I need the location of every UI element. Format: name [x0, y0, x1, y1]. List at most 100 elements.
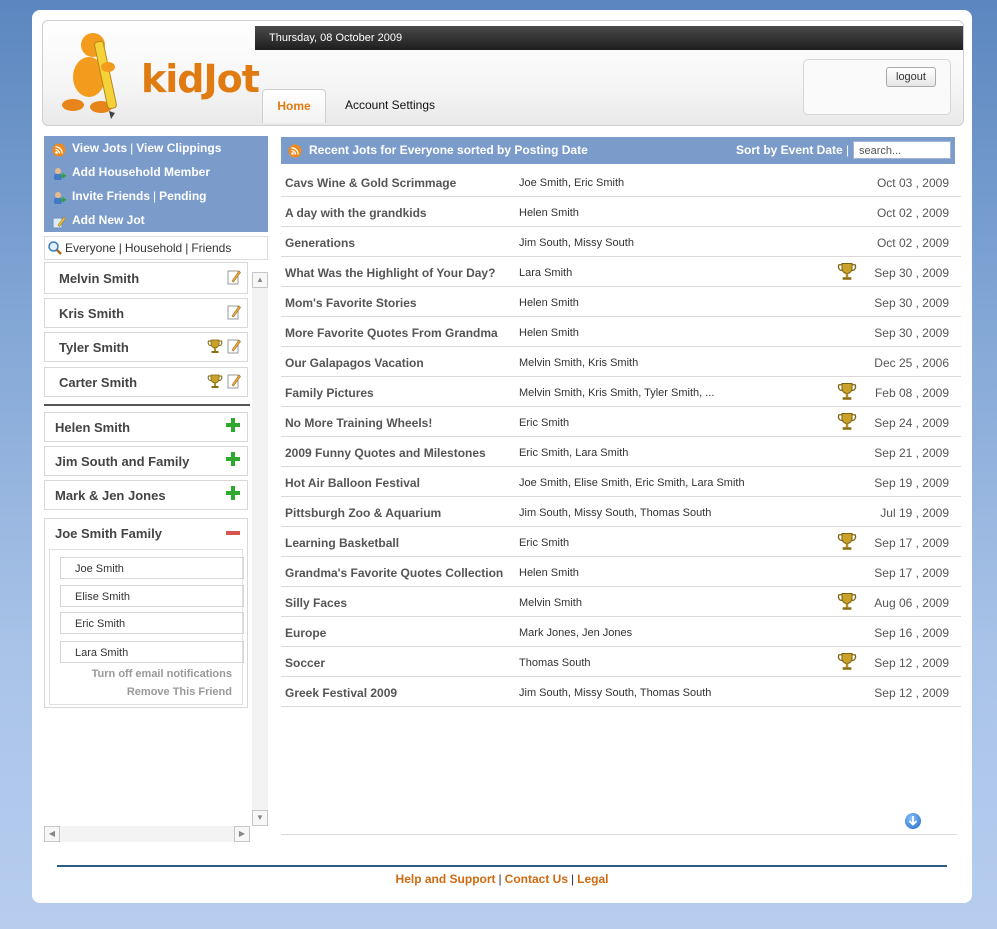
- jot-title[interactable]: Soccer: [285, 656, 325, 670]
- jot-row[interactable]: Learning Basketball Eric Smith Sep 17 , 20…: [281, 527, 961, 557]
- household-member[interactable]: Carter Smith: [44, 367, 248, 397]
- jot-row[interactable]: 2009 Funny Quotes and Milestones Eric Smi…: [281, 437, 961, 467]
- scroll-down-circle-icon[interactable]: [905, 813, 921, 829]
- filter-household[interactable]: Household: [125, 237, 182, 259]
- jot-title[interactable]: More Favorite Quotes From Grandma: [285, 326, 498, 340]
- add-household-member-link[interactable]: Add Household Member: [72, 160, 210, 184]
- sort-by-event-date-link[interactable]: Sort by Event Date |: [736, 137, 849, 164]
- legal-link[interactable]: Legal: [577, 872, 608, 886]
- expand-plus-icon[interactable]: [225, 417, 241, 433]
- edit-icon[interactable]: [227, 269, 241, 285]
- jot-date: Sep 12 , 2009: [874, 686, 949, 700]
- view-clippings-link[interactable]: View Clippings: [136, 136, 221, 160]
- menu-row-view: View Jots | View Clippings: [44, 136, 268, 160]
- jot-row[interactable]: Family Pictures Melvin Smith, Kris Smith,…: [281, 377, 961, 407]
- jot-title[interactable]: Europe: [285, 626, 326, 640]
- jot-title[interactable]: Grandma's Favorite Quotes Collection: [285, 566, 503, 580]
- scroll-down-icon[interactable]: ▼: [252, 810, 268, 826]
- jot-title[interactable]: Generations: [285, 236, 355, 250]
- jot-people: Melvin Smith, Kris Smith: [519, 357, 639, 369]
- family-member[interactable]: Elise Smith: [60, 585, 244, 607]
- jot-row[interactable]: Hot Air Balloon Festival Joe Smith, Elise…: [281, 467, 961, 497]
- trophy-icon: [837, 591, 857, 614]
- family-member[interactable]: Eric Smith: [60, 612, 244, 634]
- family-members-box: Joe Smith Elise Smith Eric Smith Lara Sm…: [49, 549, 244, 705]
- edit-icon[interactable]: [227, 338, 241, 354]
- view-jots-link[interactable]: View Jots: [72, 136, 127, 160]
- friend-entry[interactable]: Helen Smith: [44, 412, 248, 442]
- jot-row[interactable]: Grandma's Favorite Quotes Collection Hele…: [281, 557, 961, 587]
- jot-row[interactable]: Pittsburgh Zoo & Aquarium Jim South, Miss…: [281, 497, 961, 527]
- jot-row[interactable]: More Favorite Quotes From Grandma Helen S…: [281, 317, 961, 347]
- kidjot-logo[interactable]: kidJot: [53, 27, 260, 119]
- jot-date: Sep 17 , 2009: [874, 536, 949, 550]
- edit-icon[interactable]: [227, 304, 241, 320]
- jot-row[interactable]: No More Training Wheels! Eric Smith Sep 24…: [281, 407, 961, 437]
- household-member[interactable]: Kris Smith: [44, 298, 248, 328]
- jot-people: Eric Smith: [519, 417, 570, 429]
- jot-row[interactable]: What Was the Highlight of Your Day? Lara …: [281, 257, 961, 287]
- jot-row[interactable]: Soccer Thomas South Sep 12 , 2009: [281, 647, 961, 677]
- household-member[interactable]: Tyler Smith: [44, 332, 248, 362]
- add-new-jot-link[interactable]: Add New Jot: [72, 208, 145, 232]
- jot-title[interactable]: Family Pictures: [285, 386, 374, 400]
- household-member[interactable]: Melvin Smith: [44, 262, 248, 294]
- jot-people: Thomas South: [519, 657, 591, 669]
- jot-title[interactable]: Silly Faces: [285, 596, 347, 610]
- logout-button[interactable]: logout: [886, 67, 936, 87]
- logo-text: kidJot: [141, 57, 260, 101]
- sidebar-menu: View Jots | View Clippings Add Household…: [44, 136, 268, 232]
- jot-row[interactable]: Europe Mark Jones, Jen Jones Sep 16 , 2009: [281, 617, 961, 647]
- jot-row[interactable]: Generations Jim South, Missy South Oct 02 …: [281, 227, 961, 257]
- jot-title[interactable]: Greek Festival 2009: [285, 686, 397, 700]
- family-member[interactable]: Joe Smith: [60, 557, 244, 579]
- jot-title[interactable]: Our Galapagos Vacation: [285, 356, 424, 370]
- sidebar-vertical-scrollbar[interactable]: ▲ ▼: [252, 272, 268, 826]
- jot-title[interactable]: Hot Air Balloon Festival: [285, 476, 420, 490]
- expand-plus-icon[interactable]: [225, 451, 241, 467]
- jot-row[interactable]: Silly Faces Melvin Smith Aug 06 , 2009: [281, 587, 961, 617]
- jot-title[interactable]: Learning Basketball: [285, 536, 399, 550]
- tab-account-settings[interactable]: Account Settings: [338, 89, 442, 122]
- header: kidJot Thursday, 08 October 2009 Home Ac…: [42, 20, 964, 126]
- remove-friend-link[interactable]: Remove This Friend: [127, 686, 232, 698]
- jot-title[interactable]: Pittsburgh Zoo & Aquarium: [285, 506, 441, 520]
- edit-icon[interactable]: [227, 373, 241, 389]
- jot-row[interactable]: A day with the grandkids Helen Smith Oct 0…: [281, 197, 961, 227]
- jot-title[interactable]: A day with the grandkids: [285, 206, 427, 220]
- scroll-up-icon[interactable]: ▲: [252, 272, 268, 288]
- scroll-right-icon[interactable]: ▶: [234, 826, 250, 842]
- sidebar-horizontal-scrollbar[interactable]: ◀ ▶: [44, 826, 250, 842]
- search-input[interactable]: search...: [853, 141, 951, 159]
- expand-plus-icon[interactable]: [225, 485, 241, 501]
- jot-row[interactable]: Greek Festival 2009 Jim South, Missy Sout…: [281, 677, 961, 707]
- pending-link[interactable]: Pending: [159, 184, 206, 208]
- jot-row[interactable]: Cavs Wine & Gold Scrimmage Joe Smith, Eri…: [281, 167, 961, 197]
- jot-title[interactable]: Cavs Wine & Gold Scrimmage: [285, 176, 456, 190]
- jot-row[interactable]: Our Galapagos Vacation Melvin Smith, Kris…: [281, 347, 961, 377]
- family-member[interactable]: Lara Smith: [60, 641, 244, 663]
- scroll-left-icon[interactable]: ◀: [44, 826, 60, 842]
- jot-date: Sep 24 , 2009: [874, 416, 949, 430]
- jot-title[interactable]: Mom's Favorite Stories: [285, 296, 417, 310]
- jot-people: Eric Smith, Lara Smith: [519, 447, 629, 459]
- jot-row[interactable]: Mom's Favorite Stories Helen Smith Sep 30 …: [281, 287, 961, 317]
- family-name[interactable]: Joe Smith Family: [55, 526, 162, 541]
- help-support-link[interactable]: Help and Support: [396, 872, 496, 886]
- footer-divider: [57, 865, 947, 867]
- tab-home[interactable]: Home: [262, 89, 326, 123]
- contact-us-link[interactable]: Contact Us: [505, 872, 568, 886]
- friend-entry[interactable]: Mark & Jen Jones: [44, 480, 248, 510]
- household-divider: [44, 404, 250, 406]
- jot-title[interactable]: No More Training Wheels!: [285, 416, 432, 430]
- friend-entry[interactable]: Jim South and Family: [44, 446, 248, 476]
- filter-everyone[interactable]: Everyone: [65, 237, 116, 259]
- invite-friends-link[interactable]: Invite Friends: [72, 184, 150, 208]
- jot-title[interactable]: 2009 Funny Quotes and Milestones: [285, 446, 486, 460]
- filter-friends[interactable]: Friends: [191, 237, 231, 259]
- collapse-minus-icon[interactable]: [225, 525, 241, 546]
- email-notifications-toggle[interactable]: Turn off email notifications: [92, 668, 232, 680]
- jot-title[interactable]: What Was the Highlight of Your Day?: [285, 266, 495, 280]
- menu-row-add-jot: Add New Jot: [44, 208, 268, 232]
- page: kidJot Thursday, 08 October 2009 Home Ac…: [32, 10, 972, 903]
